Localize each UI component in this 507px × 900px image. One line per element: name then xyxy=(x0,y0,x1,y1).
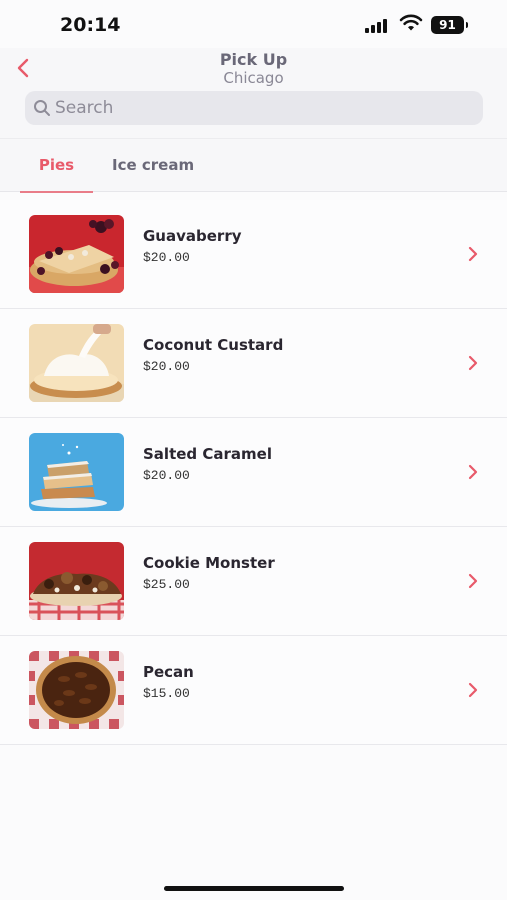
coconut-custard-pie-image xyxy=(29,324,124,402)
item-price: $25.00 xyxy=(143,577,190,592)
guavaberry-pie-image xyxy=(29,215,124,293)
chevron-right-icon xyxy=(468,464,478,480)
chevron-right-icon xyxy=(468,573,478,589)
tab-ice-cream[interactable]: Ice cream xyxy=(112,139,194,192)
salted-caramel-pie-image xyxy=(29,433,124,511)
tab-pies[interactable]: Pies xyxy=(20,139,93,193)
chevron-right-icon xyxy=(468,682,478,698)
item-price: $20.00 xyxy=(143,359,190,374)
header: Pick Up Chicago xyxy=(0,48,507,138)
search-input[interactable] xyxy=(55,91,475,125)
list-item[interactable]: Coconut Custard $20.00 xyxy=(0,309,507,418)
location-subtitle: Chicago xyxy=(223,69,284,87)
item-name: Guavaberry xyxy=(143,227,242,245)
search-bar[interactable] xyxy=(25,91,483,125)
list-item[interactable]: Cookie Monster $25.00 xyxy=(0,527,507,636)
wifi-icon xyxy=(399,14,423,31)
cellular-signal-icon xyxy=(365,17,390,33)
list-item[interactable]: Guavaberry $20.00 xyxy=(0,200,507,309)
pecan-pie-image xyxy=(29,651,124,729)
search-icon xyxy=(34,100,50,116)
item-price: $15.00 xyxy=(143,686,190,701)
status-time: 20:14 xyxy=(60,14,121,36)
list-item[interactable]: Pecan $15.00 xyxy=(0,636,507,745)
category-tabs: Pies Ice cream xyxy=(0,138,507,193)
battery-icon: 91 xyxy=(431,16,468,34)
list-item[interactable]: Salted Caramel $20.00 xyxy=(0,418,507,527)
chevron-right-icon xyxy=(468,355,478,371)
status-bar: 20:14 91 xyxy=(0,0,507,48)
cookie-monster-pie-image xyxy=(29,542,124,620)
page-title: Pick Up xyxy=(219,50,288,69)
product-list: Guavaberry $20.00 Coconut Custard $20.00 xyxy=(0,200,507,745)
item-name: Cookie Monster xyxy=(143,554,275,572)
item-price: $20.00 xyxy=(143,250,190,265)
chevron-right-icon xyxy=(468,246,478,262)
item-name: Salted Caramel xyxy=(143,445,272,463)
item-name: Pecan xyxy=(143,663,194,681)
item-price: $20.00 xyxy=(143,468,190,483)
item-name: Coconut Custard xyxy=(143,336,284,354)
home-indicator[interactable] xyxy=(164,886,344,891)
